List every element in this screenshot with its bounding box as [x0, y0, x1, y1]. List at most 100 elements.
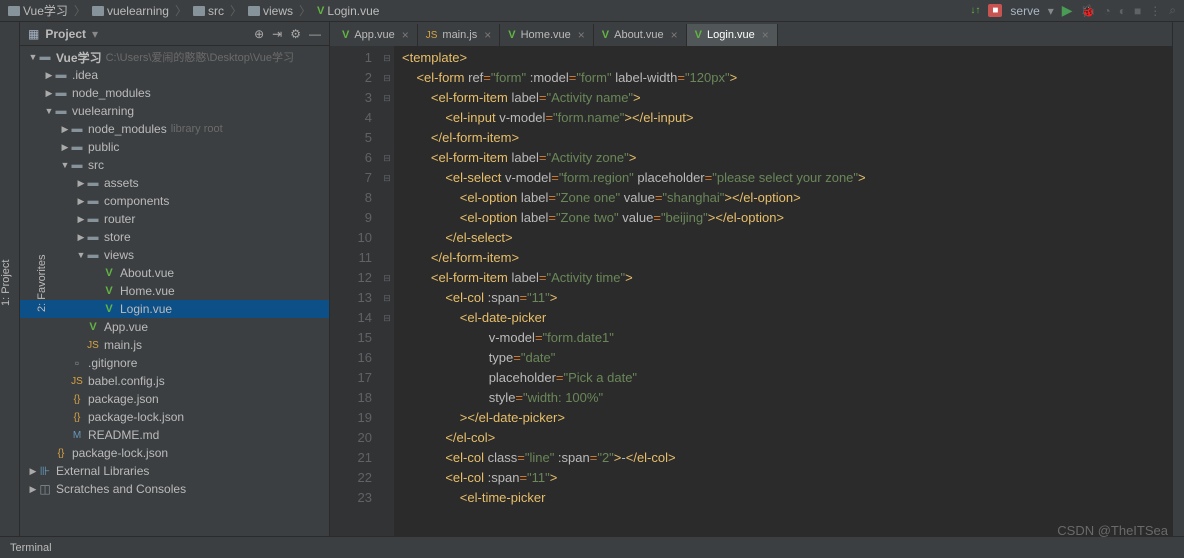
breadcrumb-item[interactable]: Vue学习: [8, 2, 68, 19]
fold-icon[interactable]: [380, 188, 394, 208]
expand-arrow-icon[interactable]: ▶: [60, 124, 70, 135]
fold-icon[interactable]: [380, 368, 394, 388]
code-line[interactable]: <el-form-item label="Activity name">: [402, 88, 1184, 108]
breadcrumb-item[interactable]: VLogin.vue: [317, 4, 379, 18]
editor-tab[interactable]: VAbout.vue×: [594, 24, 687, 46]
more-icon[interactable]: ⋮: [1149, 4, 1161, 18]
tree-node[interactable]: VLogin.vue: [20, 300, 329, 318]
code-line[interactable]: </el-select>: [402, 228, 1184, 248]
code-line[interactable]: <el-time-picker: [402, 488, 1184, 508]
tab-close-icon[interactable]: ×: [671, 28, 678, 42]
tab-close-icon[interactable]: ×: [578, 28, 585, 42]
tree-node[interactable]: JSbabel.config.js: [20, 372, 329, 390]
fold-icon[interactable]: [380, 428, 394, 448]
code-line[interactable]: type="date": [402, 348, 1184, 368]
editor-tab[interactable]: VLogin.vue×: [687, 24, 778, 46]
run-dropdown-icon[interactable]: ▾: [1048, 4, 1054, 18]
tree-node[interactable]: ▶▬.idea: [20, 66, 329, 84]
fold-icon[interactable]: [380, 408, 394, 428]
fold-icon[interactable]: ⊟: [380, 48, 394, 68]
breadcrumb-item[interactable]: src: [193, 4, 224, 18]
run-button[interactable]: ▶: [1062, 2, 1073, 19]
tree-node[interactable]: ▶▬node_modules: [20, 84, 329, 102]
code-line[interactable]: <el-input v-model="form.name"></el-input…: [402, 108, 1184, 128]
breadcrumb-item[interactable]: views: [248, 4, 293, 18]
code-line[interactable]: <el-col :span="11">: [402, 468, 1184, 488]
expand-arrow-icon[interactable]: ▼: [76, 250, 86, 260]
breadcrumb-item[interactable]: vuelearning: [92, 4, 169, 18]
fold-icon[interactable]: [380, 388, 394, 408]
tab-close-icon[interactable]: ×: [762, 28, 769, 42]
fold-icon[interactable]: ⊟: [380, 68, 394, 88]
run-config-name[interactable]: serve: [1010, 4, 1039, 18]
coverage-button[interactable]: ◔: [1104, 4, 1111, 18]
code-line[interactable]: placeholder="Pick a date": [402, 368, 1184, 388]
fold-icon[interactable]: [380, 228, 394, 248]
settings-icon[interactable]: ⚙: [290, 27, 301, 41]
code-line[interactable]: <el-option label="Zone two" value="beiji…: [402, 208, 1184, 228]
editor-tab[interactable]: JSmain.js×: [418, 24, 501, 46]
collapse-icon[interactable]: ⇥: [272, 27, 282, 41]
profiler-button[interactable]: ◐: [1119, 4, 1126, 18]
tree-node[interactable]: ▼▬views: [20, 246, 329, 264]
tree-node[interactable]: {}package-lock.json: [20, 408, 329, 426]
code-line[interactable]: </el-form-item>: [402, 128, 1184, 148]
expand-arrow-icon[interactable]: ▶: [76, 232, 86, 243]
tree-node[interactable]: JSmain.js: [20, 336, 329, 354]
tree-node[interactable]: ▶▬components: [20, 192, 329, 210]
panel-dropdown-icon[interactable]: ▾: [92, 27, 98, 41]
editor-tab[interactable]: VHome.vue×: [500, 24, 594, 46]
expand-arrow-icon[interactable]: ▶: [76, 214, 86, 225]
fold-icon[interactable]: ⊟: [380, 148, 394, 168]
tree-node[interactable]: ▶▬store: [20, 228, 329, 246]
tree-node[interactable]: ▶⊪External Libraries: [20, 462, 329, 480]
tree-node[interactable]: ▼▬src: [20, 156, 329, 174]
expand-arrow-icon[interactable]: ▶: [60, 142, 70, 153]
debug-button[interactable]: 🐞: [1081, 4, 1096, 18]
code-line[interactable]: <el-col class="line" :span="2">-</el-col…: [402, 448, 1184, 468]
hide-icon[interactable]: —: [309, 27, 321, 41]
expand-arrow-icon[interactable]: ▶: [76, 178, 86, 189]
tree-node[interactable]: MREADME.md: [20, 426, 329, 444]
fold-icon[interactable]: [380, 348, 394, 368]
select-file-icon[interactable]: ⊕: [254, 27, 264, 41]
fold-icon[interactable]: [380, 328, 394, 348]
code-content[interactable]: <template> <el-form ref="form" :model="f…: [394, 46, 1184, 536]
code-area[interactable]: 1234567891011121314151617181920212223 ⊟⊟…: [330, 46, 1184, 536]
fold-icon[interactable]: [380, 208, 394, 228]
tree-node[interactable]: ▶▬assets: [20, 174, 329, 192]
sidetab-favorites[interactable]: 2: Favorites: [36, 30, 48, 536]
tree-node[interactable]: {}package-lock.json: [20, 444, 329, 462]
tab-close-icon[interactable]: ×: [402, 28, 409, 42]
tree-node[interactable]: VApp.vue: [20, 318, 329, 336]
code-line[interactable]: v-model="form.date1": [402, 328, 1184, 348]
terminal-tab[interactable]: Terminal: [10, 542, 52, 554]
code-line[interactable]: <el-option label="Zone one" value="shang…: [402, 188, 1184, 208]
fold-icon[interactable]: [380, 108, 394, 128]
code-line[interactable]: <el-form ref="form" :model="form" label-…: [402, 68, 1184, 88]
code-line[interactable]: <el-col :span="11">: [402, 288, 1184, 308]
tree-node[interactable]: VHome.vue: [20, 282, 329, 300]
sidetab-project[interactable]: 1: Project: [0, 30, 12, 536]
tree-node[interactable]: ▫.gitignore: [20, 354, 329, 372]
run-config-icon[interactable]: ■: [988, 4, 1002, 17]
tree-node[interactable]: VAbout.vue: [20, 264, 329, 282]
code-line[interactable]: <el-select v-model="form.region" placeho…: [402, 168, 1184, 188]
code-line[interactable]: <template>: [402, 48, 1184, 68]
fold-icon[interactable]: [380, 128, 394, 148]
code-line[interactable]: ></el-date-picker>: [402, 408, 1184, 428]
tree-node[interactable]: ▼▬Vue学习C:\Users\爱闹的憨憨\Desktop\Vue学习: [20, 48, 329, 66]
tree-node[interactable]: ▶◫Scratches and Consoles: [20, 480, 329, 498]
tree-node[interactable]: ▶▬node_moduleslibrary root: [20, 120, 329, 138]
fold-gutter[interactable]: ⊟⊟⊟⊟⊟⊟⊟⊟: [380, 46, 394, 536]
tab-close-icon[interactable]: ×: [484, 28, 491, 42]
code-line[interactable]: </el-form-item>: [402, 248, 1184, 268]
code-line[interactable]: <el-form-item label="Activity zone">: [402, 148, 1184, 168]
tree-node[interactable]: ▶▬router: [20, 210, 329, 228]
code-line[interactable]: </el-col>: [402, 428, 1184, 448]
search-icon[interactable]: ⌕: [1169, 3, 1176, 18]
fold-icon[interactable]: [380, 248, 394, 268]
fold-icon[interactable]: [380, 468, 394, 488]
tree-node[interactable]: ▼▬vuelearning: [20, 102, 329, 120]
fold-icon[interactable]: ⊟: [380, 268, 394, 288]
